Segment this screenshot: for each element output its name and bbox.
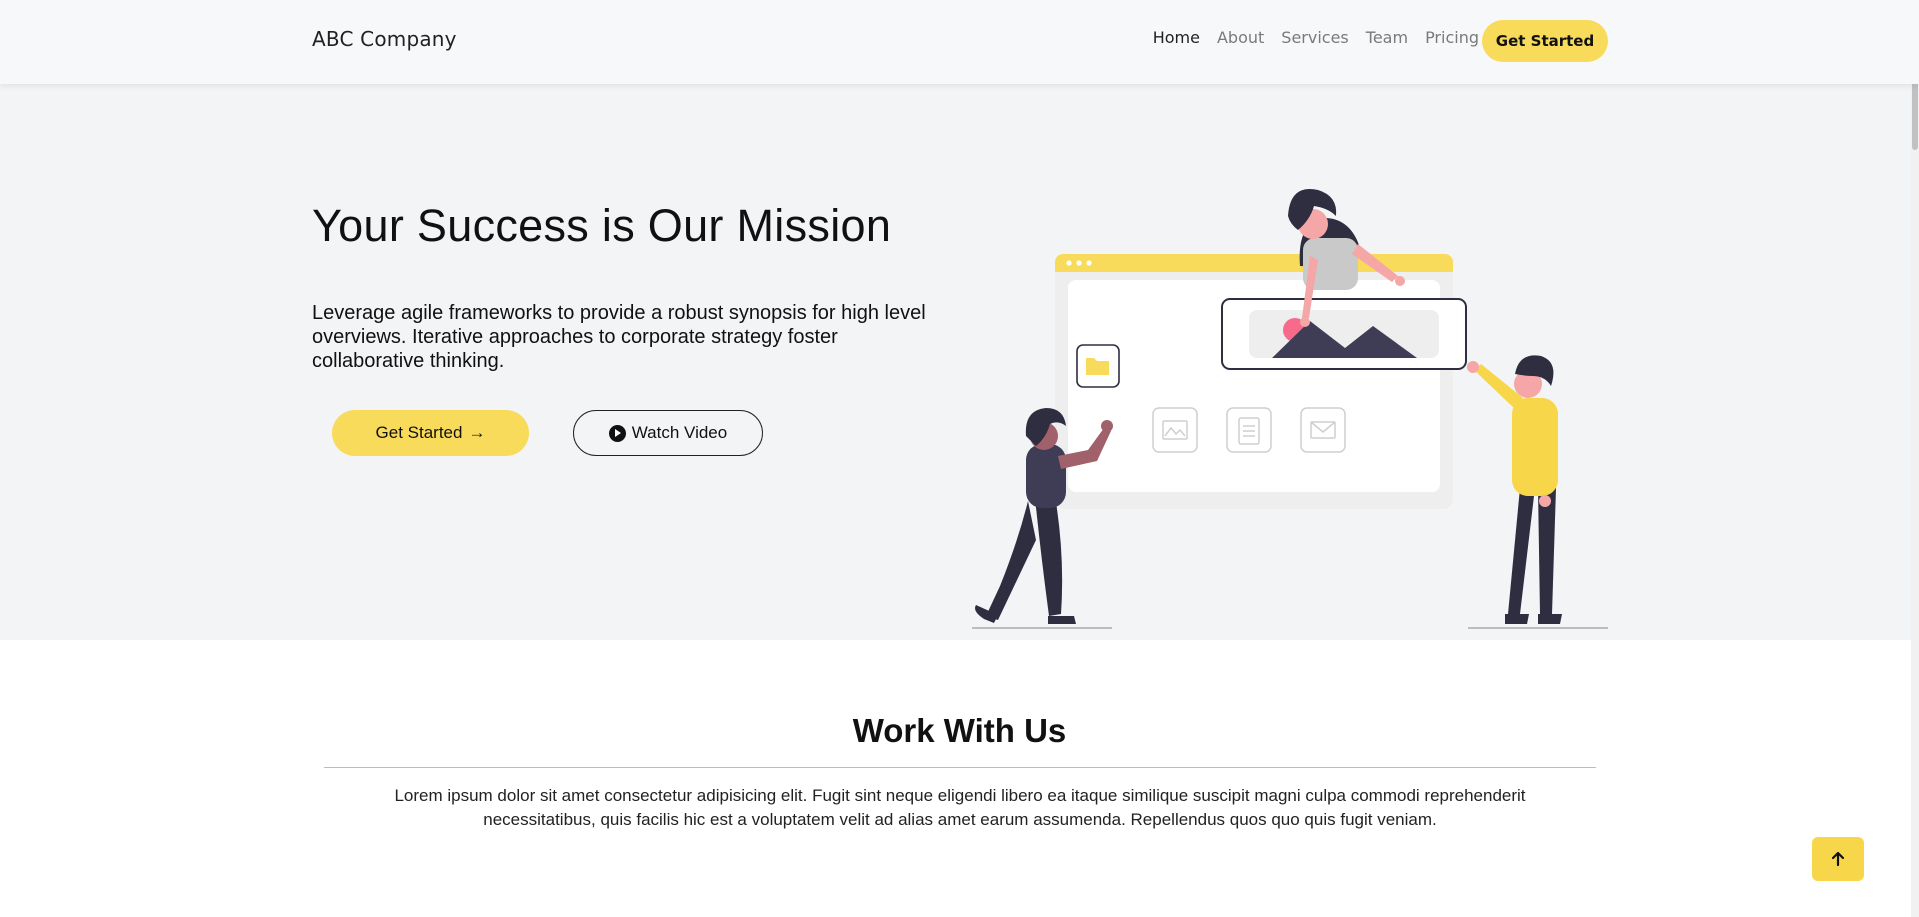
get-started-button[interactable]: Get Started → [332,410,529,456]
image-card [1221,298,1467,370]
nav-link-about[interactable]: About [1217,28,1264,47]
brand-logo[interactable]: ABC Company [312,27,457,51]
man-right-figure [1467,355,1608,629]
arrow-up-icon [1831,851,1845,867]
nav-link-team[interactable]: Team [1366,28,1408,47]
hero-illustration [972,189,1608,629]
nav-get-started-button[interactable]: Get Started [1482,20,1608,62]
nav-link-services[interactable]: Services [1281,28,1348,47]
page-scrollbar[interactable] [1911,0,1919,917]
arrow-right-icon: → [468,423,486,442]
hero-description: Leverage agile frameworks to provide a r… [312,302,926,372]
play-circle-icon [608,424,626,442]
nav-links: Home About Services Team Pricing [1153,28,1479,47]
file-icons [1152,407,1346,453]
watch-video-button[interactable]: Watch Video [573,410,763,456]
nav-link-pricing[interactable]: Pricing [1425,28,1479,47]
navbar: ABC Company Home About Services Team Pri… [0,0,1919,84]
watch-video-label: Watch Video [631,423,728,442]
work-with-us-title: Work With Us [852,712,1067,749]
nav-link-home[interactable]: Home [1153,28,1200,47]
get-started-label: Get Started [375,423,463,442]
section-divider [324,767,1596,768]
work-with-us-text: Lorem ipsum dolor sit amet consectetur a… [394,786,1526,829]
back-to-top-button[interactable] [1812,837,1864,881]
hero-section: Your Success is Our Mission Leverage agi… [0,84,1919,640]
folder-card [1076,344,1120,388]
hero-title: Your Success is Our Mission [312,200,892,251]
